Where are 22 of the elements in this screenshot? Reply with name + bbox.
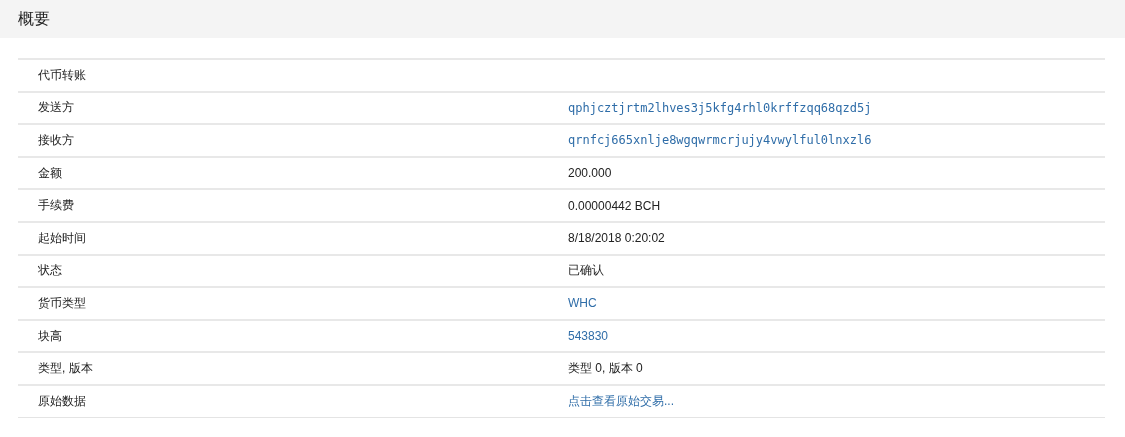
value-text: 类型 0, 版本 0 [567, 360, 644, 378]
value-link[interactable]: 点击查看原始交易... [568, 392, 674, 410]
field-label: 接收方 [37, 132, 75, 149]
value-text: 200.000 [567, 166, 613, 181]
field-label: 起始时间 [37, 229, 87, 247]
field-label: 原始数据 [37, 392, 87, 410]
field-label: 类型, 版本 [37, 360, 94, 378]
value-link[interactable]: 543830 [568, 329, 609, 344]
field-label: 手续费 [37, 197, 75, 215]
value-text: 8/18/2018 0:20:02 [567, 231, 666, 246]
field-label: 金额 [37, 164, 63, 182]
value-text: 已确认 [567, 262, 605, 280]
field-label: 状态 [37, 262, 63, 280]
field-label: 块高 [37, 327, 63, 345]
value-text: 0.00000442 BCH [567, 198, 662, 213]
section-title: 概要 [18, 8, 50, 29]
value-link[interactable]: WHC [568, 296, 597, 311]
field-label: 货币类型 [37, 294, 87, 312]
field-label: 代币转账 [37, 66, 87, 84]
field-label: 发送方 [37, 99, 75, 117]
address-link[interactable]: qrnfcj665xnlje8wgqwrmcrjujy4vwylful0lnxzl6 [568, 133, 872, 148]
address-link[interactable]: qphjcztjrtm2lhves3j5kfg4rhl0krffzqq68qzd5j [568, 100, 872, 115]
